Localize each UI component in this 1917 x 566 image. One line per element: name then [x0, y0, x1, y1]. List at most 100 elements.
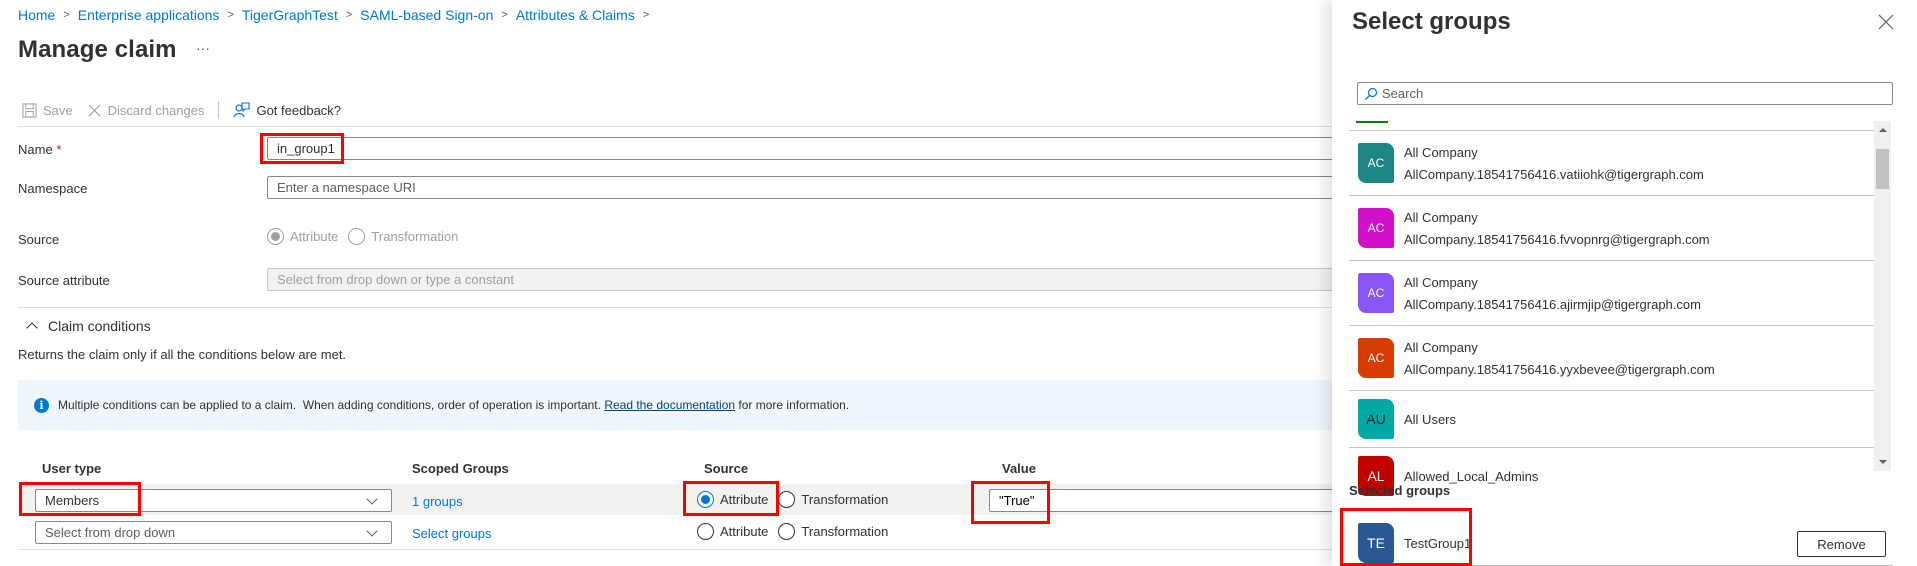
group-list: AC All Company AllCompany.18541756416.vat… [1349, 130, 1874, 504]
radio-circle [697, 523, 714, 540]
table-bottom-divider [18, 549, 1332, 550]
condition-attribute-radio-1[interactable]: Attribute [697, 491, 768, 508]
more-options-button[interactable]: ··· [196, 40, 210, 56]
breadcrumb-enterprise-applications[interactable]: Enterprise applications [78, 7, 220, 23]
user-type-select-1[interactable]: Members [35, 489, 392, 512]
breadcrumb-app[interactable]: TigerGraphTest [242, 7, 338, 23]
group-list-item[interactable]: AC All Company AllCompany.18541756416.aji… [1349, 260, 1874, 325]
source-radio-group: Attribute Transformation [267, 228, 468, 245]
group-search-box[interactable]: Search [1357, 82, 1893, 105]
info-text: Multiple conditions can be applied to a … [58, 398, 849, 412]
breadcrumb-home[interactable]: Home [18, 7, 55, 23]
source-attribute-radio[interactable]: Attribute [267, 228, 338, 245]
toolbar-divider [18, 126, 1332, 127]
group-email: AllCompany.18541756416.ajirmjip@tigergra… [1404, 296, 1701, 312]
chevron-right-icon: > [501, 9, 508, 21]
condition-transformation-radio-1[interactable]: Transformation [778, 491, 888, 508]
claim-conditions-heading: Claim conditions [48, 318, 151, 334]
loading-indicator [1356, 121, 1388, 123]
radio-label: Attribute [720, 492, 769, 507]
scroll-thumb[interactable] [1876, 149, 1889, 189]
group-avatar: TE [1358, 523, 1394, 563]
save-button[interactable]: Save [22, 103, 73, 118]
group-email: AllCompany.18541756416.vatiiohk@tigergra… [1404, 166, 1704, 182]
discard-label: Discard changes [107, 102, 205, 118]
condition-attribute-radio-2[interactable]: Attribute [697, 523, 768, 540]
user-type-value: Members [45, 493, 100, 508]
info-icon: i [34, 397, 49, 413]
column-header-scoped-groups: Scoped Groups [412, 461, 509, 476]
scoped-groups-link-1[interactable]: 1 groups [412, 494, 463, 509]
group-avatar: AC [1358, 273, 1394, 313]
group-name: All Users [1404, 411, 1457, 427]
namespace-label: Namespace [18, 181, 88, 196]
info-text-after: for more information. [735, 398, 850, 412]
discard-changes-button[interactable]: Discard changes [87, 102, 205, 118]
chevron-right-icon: > [63, 9, 70, 21]
name-input[interactable] [267, 137, 1367, 160]
section-divider [18, 307, 1332, 308]
close-panel-button[interactable] [1876, 12, 1896, 32]
group-email: AllCompany.18541756416.yyxbevee@tigergra… [1404, 361, 1715, 377]
condition-value-input-1[interactable] [989, 489, 1389, 512]
conditions-description: Returns the claim only if all the condit… [18, 347, 347, 362]
group-name: All Company [1404, 274, 1478, 290]
group-list-scrollbar[interactable] [1874, 121, 1891, 471]
search-icon [1365, 87, 1378, 100]
chevron-down-icon [366, 524, 378, 537]
source-transformation-radio[interactable]: Transformation [348, 228, 458, 245]
group-avatar: AU [1358, 399, 1394, 439]
save-label: Save [43, 102, 73, 118]
radio-circle [778, 491, 796, 508]
condition-transformation-radio-2[interactable]: Transformation [778, 523, 888, 540]
group-list-item[interactable]: AC All Company AllCompany.18541756416.fvv… [1349, 195, 1874, 260]
name-label-text: Name [18, 142, 53, 157]
name-label: Name * [18, 142, 61, 157]
scroll-up-arrow-icon[interactable] [1879, 128, 1887, 132]
radio-circle [778, 523, 796, 540]
breadcrumb-attributes-claims[interactable]: Attributes & Claims [516, 7, 635, 23]
breadcrumb: Home > Enterprise applications > TigerGr… [18, 7, 657, 23]
group-name: All Company [1404, 144, 1478, 160]
radio-label: Attribute [720, 524, 769, 539]
claim-conditions-toggle[interactable]: Claim conditions [26, 318, 151, 334]
condition-source-radio-group-2: Attribute Transformation [697, 523, 898, 540]
column-header-source: Source [704, 461, 749, 476]
info-text-before: Multiple conditions can be applied to a … [58, 398, 605, 412]
condition-source-radio-group-1: Attribute Transformation [697, 491, 898, 508]
feedback-button[interactable]: Got feedback? [233, 102, 341, 118]
group-name: Allowed_Local_Admins [1404, 468, 1539, 484]
remove-group-button[interactable]: Remove [1797, 531, 1886, 557]
group-list-item[interactable]: AC All Company AllCompany.18541756416.yyx… [1349, 325, 1874, 390]
scroll-down-arrow-icon[interactable] [1879, 460, 1887, 464]
feedback-label: Got feedback? [256, 102, 342, 118]
group-avatar: AC [1358, 143, 1394, 183]
breadcrumb-saml[interactable]: SAML-based Sign-on [360, 7, 493, 23]
read-documentation-link[interactable]: Read the documentation [604, 398, 735, 412]
user-type-select-2[interactable]: Select from drop down [35, 521, 392, 544]
selected-group-name: TestGroup1 [1404, 535, 1472, 551]
column-header-value: Value [1002, 461, 1036, 476]
radio-label: Attribute [290, 229, 339, 244]
group-name: All Company [1404, 339, 1478, 355]
select-groups-link-2[interactable]: Select groups [412, 526, 492, 541]
source-label: Source [18, 232, 60, 247]
panel-title: Select groups [1352, 8, 1511, 35]
chevron-up-icon [26, 322, 38, 334]
required-indicator: * [56, 142, 62, 157]
group-list-item[interactable]: AC All Company AllCompany.18541756416.vat… [1349, 130, 1874, 195]
radio-circle [348, 228, 366, 245]
search-placeholder: Search [1382, 86, 1424, 101]
source-attribute-input[interactable] [267, 268, 1367, 291]
command-bar: Save Discard changes Got feedback? [22, 99, 355, 121]
group-list-item[interactable]: AU All Users [1349, 390, 1874, 447]
source-attribute-label: Source attribute [18, 273, 110, 288]
close-icon [88, 103, 101, 117]
select-groups-panel: Select groups Search AC All Company AllCo… [1332, 0, 1917, 566]
namespace-input[interactable] [267, 176, 1367, 199]
group-name: All Company [1404, 209, 1478, 225]
radio-label: Transformation [801, 492, 889, 507]
radio-circle [697, 491, 714, 508]
chevron-down-icon [366, 492, 378, 505]
feedback-icon [233, 102, 251, 118]
